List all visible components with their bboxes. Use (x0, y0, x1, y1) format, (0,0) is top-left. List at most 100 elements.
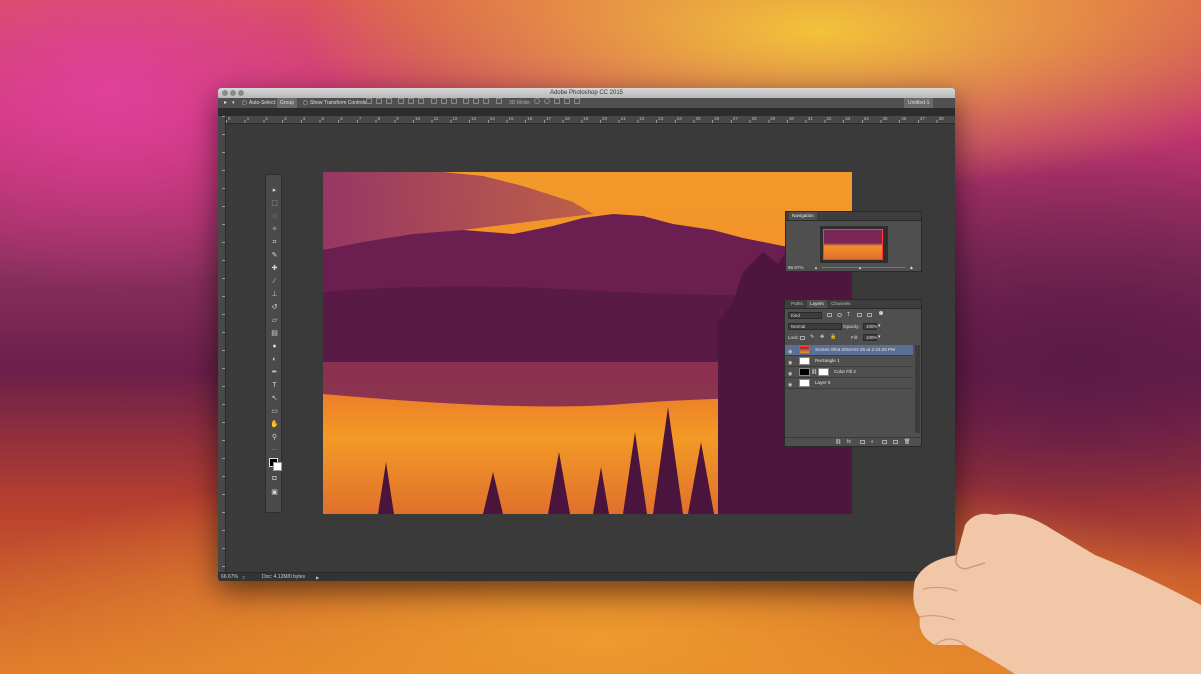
tab-paths[interactable]: Paths (788, 300, 806, 308)
opacity-chevron-icon[interactable]: ▾ (878, 323, 881, 329)
link-layers-icon[interactable]: ⛓ (835, 439, 841, 445)
distribute-top-icon[interactable] (431, 98, 437, 104)
screen-mode-icon[interactable]: ▣ (270, 489, 279, 497)
distribute-vcenter-icon[interactable] (441, 98, 447, 104)
layer-row[interactable]: ◉ ⛓ Color Fill 2 (785, 367, 913, 378)
close-window-button[interactable] (222, 90, 228, 96)
mask-link-icon[interactable]: ⛓ (811, 367, 817, 377)
layer-name[interactable]: Rectangle 1 (815, 356, 840, 366)
align-vcenter-icon[interactable] (376, 98, 382, 104)
layer-name[interactable]: Screen Shot 2016-01-26 at 2.43.25 PM (815, 345, 895, 355)
tab-channels[interactable]: Channels (828, 300, 853, 308)
3d-scale-icon[interactable] (574, 98, 580, 104)
eraser-tool-icon[interactable]: ▱ (270, 317, 279, 325)
lasso-tool-icon[interactable]: ◌ (270, 213, 279, 221)
show-transform-checkbox[interactable]: ▢ (303, 98, 308, 108)
layer-row[interactable]: ◉ Screen Shot 2016-01-26 at 2.43.25 PM (785, 345, 913, 356)
brush-tool-icon[interactable]: ∕ (270, 278, 279, 286)
crop-tool-icon[interactable]: ⌗ (270, 239, 279, 247)
healing-brush-tool-icon[interactable]: ✚ (270, 265, 279, 273)
rectangle-tool-icon[interactable]: ▭ (270, 408, 279, 416)
clone-stamp-tool-icon[interactable]: ⊥ (270, 291, 279, 299)
align-top-icon[interactable] (366, 98, 372, 104)
layers-scrollbar[interactable] (915, 345, 920, 433)
fill-chevron-icon[interactable]: ▾ (878, 334, 881, 340)
layer-row[interactable]: ◉ Layer 0 (785, 378, 913, 389)
filter-toggle-icon[interactable] (879, 311, 883, 315)
filter-adjustment-icon[interactable] (837, 313, 842, 317)
dodge-tool-icon[interactable]: ◐ (270, 356, 279, 364)
more-tools-icon[interactable]: ··· (270, 446, 279, 454)
marquee-tool-icon[interactable]: ⬚ (270, 200, 279, 208)
filter-type-icon[interactable]: T (847, 312, 850, 318)
new-layer-icon[interactable] (893, 440, 898, 444)
distribute-right-icon[interactable] (483, 98, 489, 104)
background-color-swatch[interactable] (273, 462, 282, 471)
align-left-icon[interactable] (398, 98, 404, 104)
quick-mask-icon[interactable]: ◘ (270, 475, 279, 483)
pen-tool-icon[interactable]: ✒ (270, 369, 279, 377)
horizontal-ruler[interactable]: 0 1 2 3 4 5 6 7 8 9 10 11 12 13 14 15 16 17 18 19 20 21 22 23 24… (226, 116, 955, 124)
lock-all-icon[interactable]: 🔒 (830, 334, 836, 340)
status-menu-arrow-icon[interactable]: ▶ (316, 573, 319, 581)
history-brush-tool-icon[interactable]: ↺ (270, 304, 279, 312)
distribute-left-icon[interactable] (463, 98, 469, 104)
align-hcenter-icon[interactable] (408, 98, 414, 104)
layer-row[interactable]: ◉ Rectangle 1 (785, 356, 913, 367)
filter-shape-icon[interactable] (857, 313, 862, 317)
visibility-eye-icon[interactable]: ◉ (788, 380, 792, 390)
document-canvas[interactable] (323, 172, 852, 514)
opacity-field[interactable]: 100% (863, 323, 877, 330)
minimize-window-button[interactable] (230, 90, 236, 96)
navigator-zoom-slider[interactable] (822, 267, 905, 268)
eyedropper-tool-icon[interactable]: ✎ (270, 252, 279, 260)
navigator-tab[interactable]: Navigation (789, 212, 817, 220)
workspace-switcher[interactable]: Untitled-1 (904, 98, 934, 108)
new-group-icon[interactable] (882, 440, 887, 444)
filter-pixel-icon[interactable] (827, 313, 832, 317)
zoom-tool-icon[interactable]: ⚲ (270, 434, 279, 442)
path-select-tool-icon[interactable]: ↖ (270, 395, 279, 403)
align-right-icon[interactable] (418, 98, 424, 104)
navigator-thumbnail[interactable] (820, 226, 888, 263)
distribute-hcenter-icon[interactable] (473, 98, 479, 104)
status-zoom[interactable]: 66.67% (221, 573, 238, 581)
layer-name[interactable]: Layer 0 (815, 378, 830, 388)
lock-transparent-icon[interactable] (800, 336, 805, 340)
hand-tool-icon[interactable]: ✋ (270, 421, 279, 429)
3d-slide-icon[interactable] (564, 98, 570, 104)
lock-image-icon[interactable]: ✎ (810, 334, 814, 340)
navigator-view-box[interactable] (823, 229, 883, 260)
tool-preset-chevron-icon[interactable]: ▾ (232, 98, 235, 108)
status-export-icon[interactable]: ⇪ (242, 573, 245, 581)
blend-mode-dropdown[interactable]: Normal (788, 323, 842, 330)
zoom-out-icon[interactable]: ▲ (814, 265, 818, 270)
auto-select-checkbox[interactable]: ▢ (242, 98, 247, 108)
lock-position-icon[interactable]: ✥ (820, 334, 824, 340)
align-bottom-icon[interactable] (386, 98, 392, 104)
layer-name[interactable]: Color Fill 2 (834, 367, 856, 377)
gradient-tool-icon[interactable]: ▤ (270, 330, 279, 338)
auto-select-dropdown[interactable]: Group (277, 98, 297, 108)
quick-select-tool-icon[interactable]: ✧ (270, 226, 279, 234)
vertical-ruler[interactable] (218, 116, 226, 572)
filter-smart-object-icon[interactable] (867, 313, 872, 317)
zoom-window-button[interactable] (238, 90, 244, 96)
blur-tool-icon[interactable]: ● (270, 343, 279, 351)
move-tool-icon[interactable]: ▸ (224, 98, 227, 108)
3d-rotate-icon[interactable] (534, 98, 540, 104)
move-tool-icon[interactable]: ▸ (270, 187, 279, 195)
navigator-slider-thumb-icon[interactable]: ▲ (858, 265, 862, 270)
fill-field[interactable]: 100% (863, 334, 877, 341)
delete-layer-icon[interactable]: 🗑 (904, 439, 910, 445)
type-tool-icon[interactable]: T (270, 382, 279, 390)
3d-pan-icon[interactable] (554, 98, 560, 104)
3d-roll-icon[interactable] (544, 98, 550, 104)
auto-align-icon[interactable] (496, 98, 502, 104)
layer-style-icon[interactable]: fx (847, 439, 851, 445)
zoom-in-icon[interactable]: ▲ (909, 265, 914, 271)
layer-filter-kind[interactable]: Kind (788, 312, 822, 319)
distribute-bottom-icon[interactable] (451, 98, 457, 104)
adjustment-layer-icon[interactable]: ◐ (871, 439, 874, 445)
add-mask-icon[interactable] (860, 440, 865, 444)
